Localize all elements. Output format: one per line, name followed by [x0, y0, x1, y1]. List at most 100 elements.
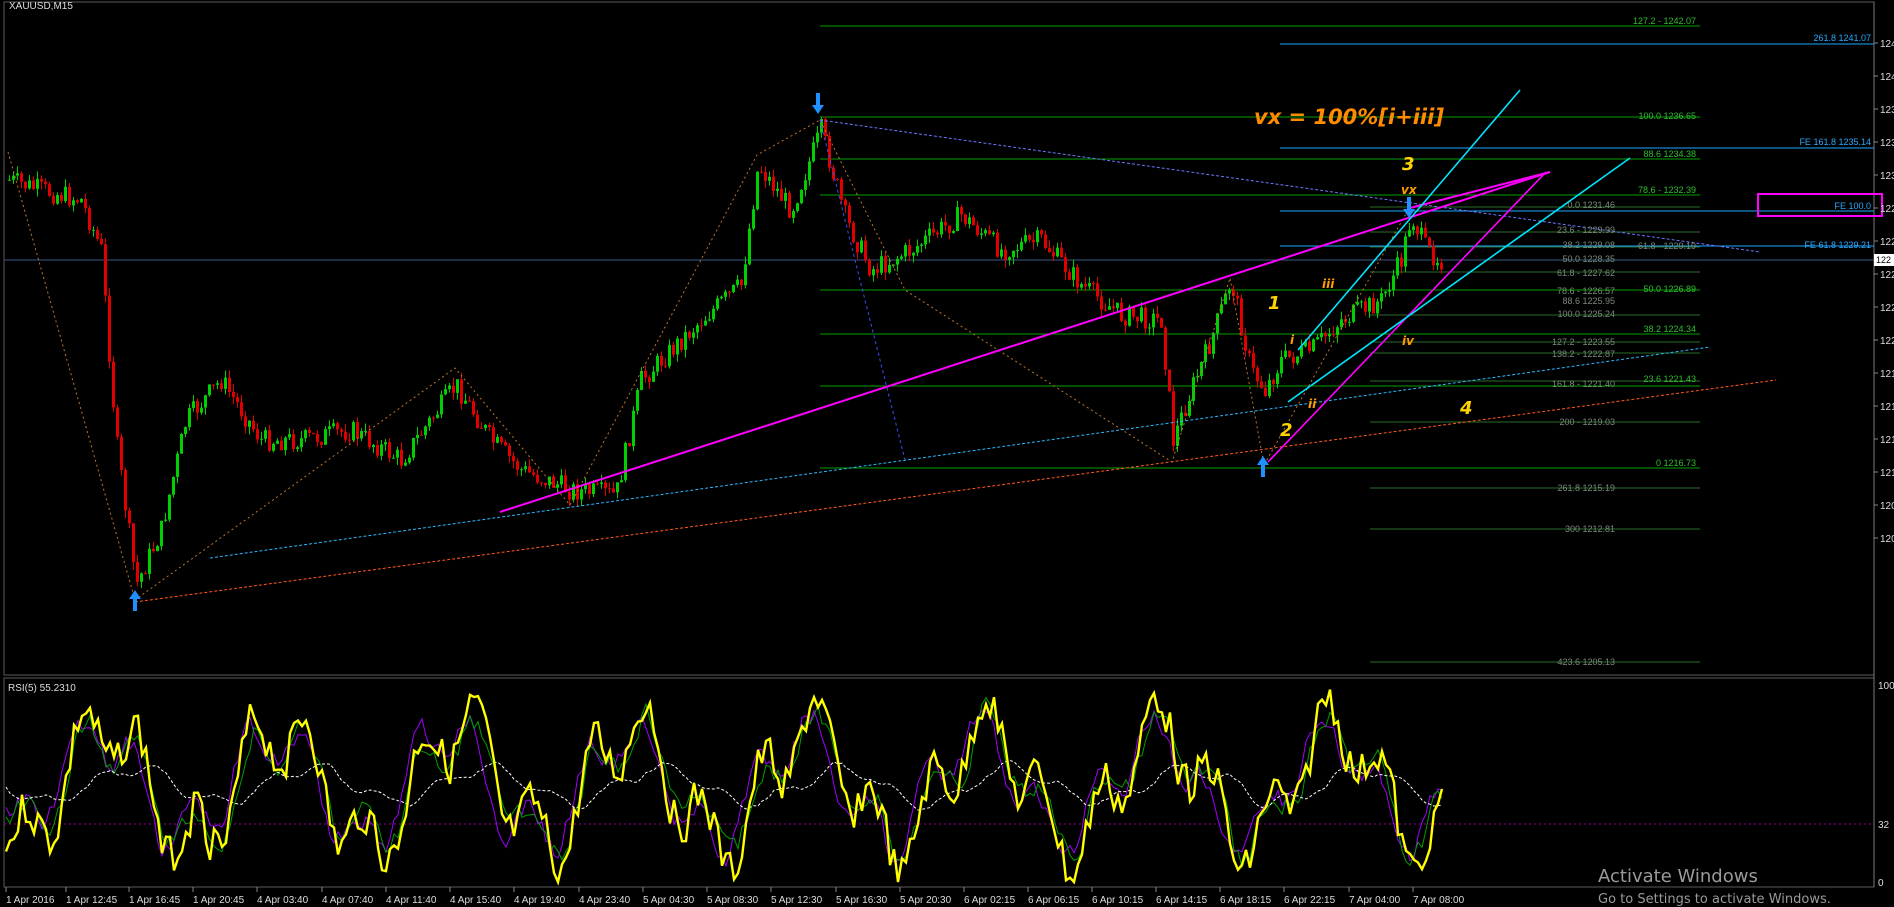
candle-body [1268, 379, 1271, 397]
candle-body [896, 258, 899, 265]
candle-body [504, 442, 507, 446]
time-axis-label: 6 Apr 06:15 [1028, 895, 1080, 906]
rsi-level-100: 100 [1878, 681, 1894, 692]
candle-body [660, 355, 663, 366]
candle-body [728, 291, 731, 293]
candle-body [780, 188, 783, 201]
candle-body [488, 424, 491, 428]
candle-body [1012, 250, 1015, 258]
candle-body [620, 480, 623, 483]
candle-body [316, 433, 319, 443]
candle-body [172, 476, 175, 495]
candle-body [1332, 333, 1335, 336]
candle-body [168, 494, 171, 520]
candle-body [1180, 412, 1183, 426]
candle-body [216, 383, 219, 385]
candle-body [8, 179, 11, 181]
candle-body [1216, 313, 1219, 334]
candle-body [800, 189, 803, 204]
wave-label-2: 2 [1280, 420, 1293, 441]
candle-body [1152, 313, 1155, 328]
candle-body [1008, 257, 1011, 260]
candle-body [240, 402, 243, 417]
candle-body [912, 252, 915, 256]
candle-body [1412, 226, 1415, 231]
candle-body [1284, 350, 1287, 358]
candle-body [324, 429, 327, 445]
candle-body [396, 449, 399, 458]
candle-body [900, 256, 903, 259]
candle-body [248, 420, 251, 427]
candle-body [848, 205, 851, 223]
fib-label-grey: 38.2 1229.08 [1562, 240, 1615, 250]
fib-label-grey: 300 1212.81 [1565, 524, 1615, 534]
price-axis: 124 124 123 123 123 122 122 122 122 122 121 121 121 1… [1874, 39, 1894, 545]
rsi-panel-frame [3, 677, 1875, 888]
candle-body [688, 331, 691, 338]
candle-body [352, 422, 355, 441]
candle-body [1252, 353, 1255, 368]
candle-body [416, 434, 419, 438]
candle-body [968, 217, 971, 225]
candle-body [1084, 284, 1087, 287]
candle-body [224, 377, 227, 389]
candle-body [656, 355, 659, 372]
candle-body [736, 279, 739, 285]
candle-body [212, 384, 215, 386]
candle-body [64, 186, 67, 202]
candle-body [776, 188, 779, 191]
candle-body [32, 180, 35, 189]
candle-body [1108, 306, 1111, 310]
candle-body [808, 161, 811, 181]
candle-body [424, 426, 427, 436]
candle-body [284, 437, 287, 451]
candle-body [1408, 230, 1411, 237]
candle-body [184, 427, 187, 435]
candle-body [540, 482, 543, 484]
trading-chart[interactable]: XAUUSD,M15 127.2 - 1242.07100.0 1236.658… [0, 0, 1894, 907]
candle-body [180, 434, 183, 454]
candle-body [1272, 379, 1275, 384]
price-axis-label: 121 [1880, 402, 1894, 413]
candle-body [376, 445, 379, 456]
time-axis-label: 6 Apr 18:15 [1220, 895, 1272, 906]
candle-body [1296, 356, 1299, 364]
candle-body [1200, 362, 1203, 377]
candle-body [1368, 297, 1371, 312]
fib-label-grey: 23.6 - 1229.99 [1557, 225, 1615, 235]
candle-body [536, 474, 539, 483]
candle-body [884, 256, 887, 273]
candle-body [1212, 333, 1215, 354]
candle-body [1244, 335, 1247, 351]
candle-body [116, 407, 119, 437]
candle-body [480, 427, 483, 429]
candle-body [496, 436, 499, 443]
time-axis: 1 Apr 2016 1 Apr 12:45 1 Apr 16:45 1 Apr 20… [5, 887, 1465, 906]
candle-body [96, 229, 99, 239]
candle-body [436, 414, 439, 418]
candle-body [1116, 302, 1119, 309]
candle-body [372, 445, 375, 448]
candle-body [76, 200, 79, 203]
candle-body [1160, 317, 1163, 328]
candle-body [508, 445, 511, 457]
candle-body [472, 401, 475, 415]
candle-body [1040, 230, 1043, 235]
candle-body [852, 222, 855, 243]
candle-body [604, 482, 607, 489]
down-arrow-icon [812, 93, 824, 114]
price-axis-label: 123 [1880, 171, 1894, 182]
candle-body [1248, 350, 1251, 354]
candle-body [400, 449, 403, 466]
candle-body [232, 391, 235, 398]
symbol-header: XAUUSD,M15 [9, 1, 73, 12]
fe-label: FE 161.8 1235.14 [1799, 137, 1871, 147]
candle-body [612, 488, 615, 493]
candle-body [84, 198, 87, 209]
fib-label-grey: 61.8 - 1227.62 [1557, 268, 1615, 278]
wave-label-3: 3 [1402, 154, 1415, 175]
candle-body [108, 295, 111, 362]
candle-body [128, 510, 131, 524]
time-axis-label: 5 Apr 12:30 [771, 895, 823, 906]
candle-body [712, 308, 715, 320]
